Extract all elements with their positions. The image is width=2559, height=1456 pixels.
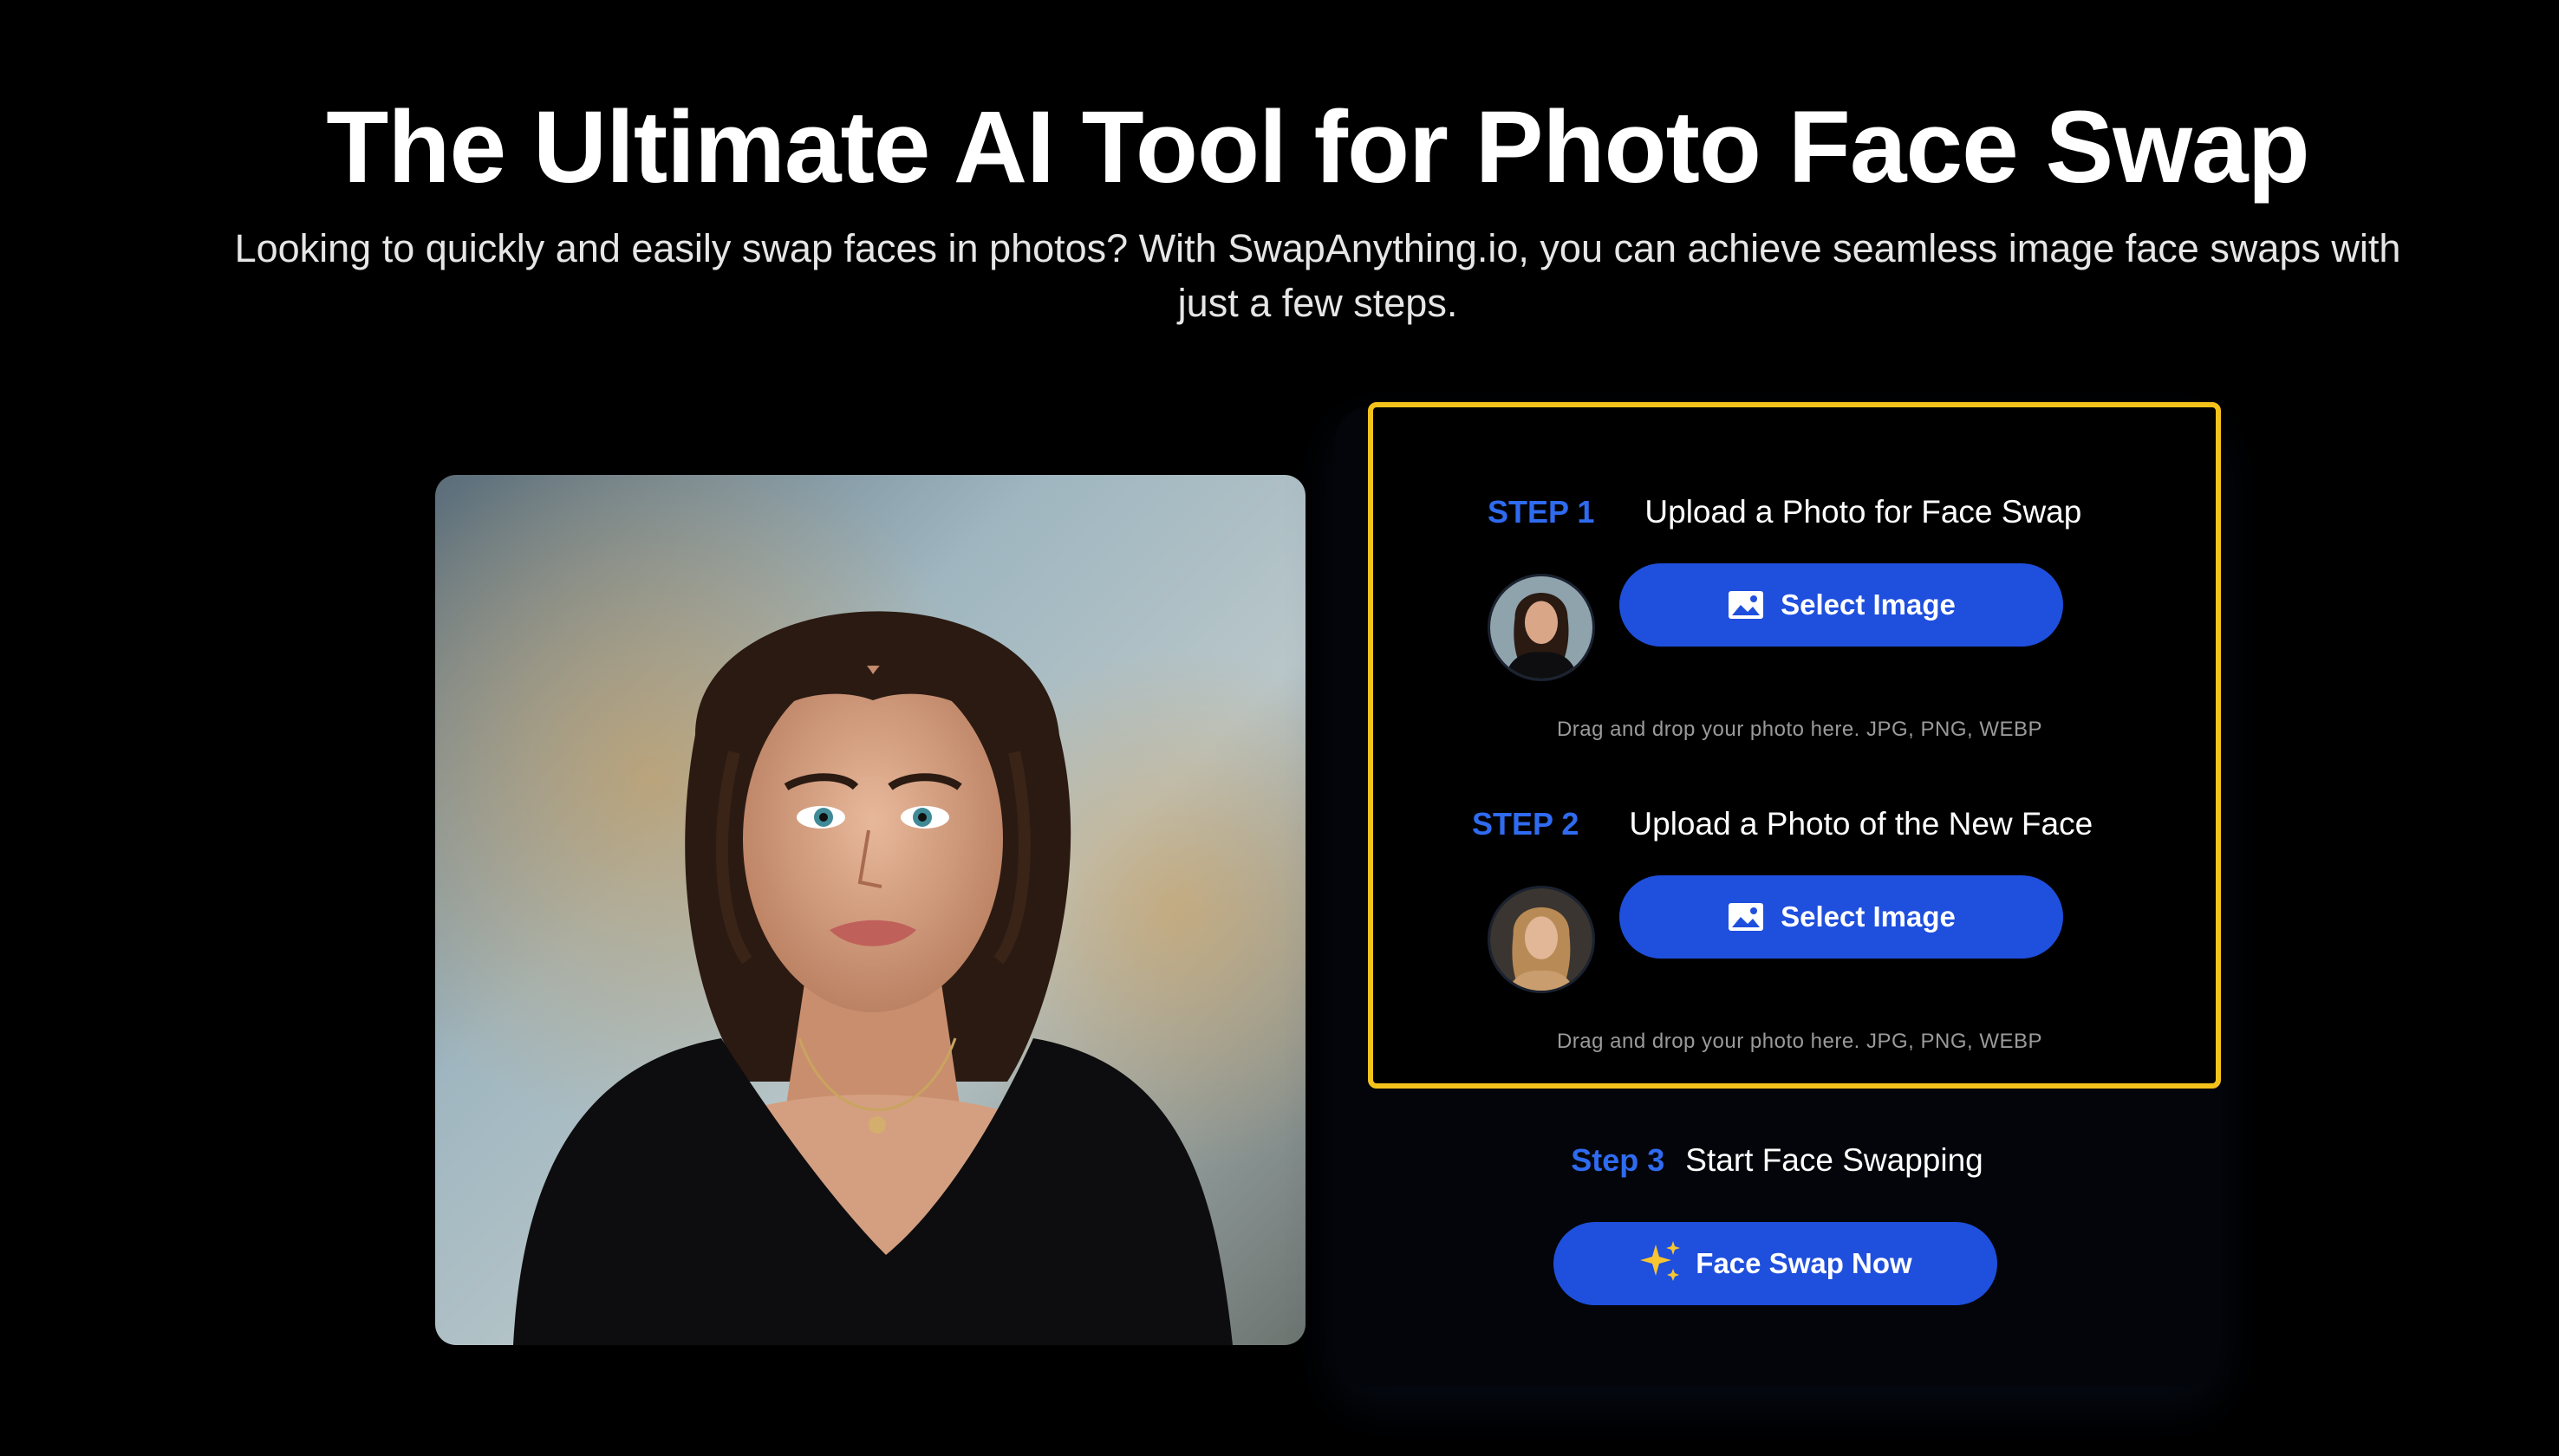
face-swap-page: The Ultimate AI Tool for Photo Face Swap… bbox=[0, 0, 2559, 1456]
preview-image bbox=[435, 475, 1306, 1345]
step2-thumbnail[interactable] bbox=[1488, 886, 1595, 993]
image-icon bbox=[1727, 589, 1765, 621]
step2-text: Upload a Photo of the New Face bbox=[1629, 806, 2093, 842]
step3-label: Step 3 bbox=[1571, 1142, 1665, 1178]
face-swap-now-button[interactable]: Face Swap Now bbox=[1553, 1222, 1997, 1305]
step2-button-label: Select Image bbox=[1781, 900, 1956, 933]
step2-hint: Drag and drop your photo here. JPG, PNG,… bbox=[1556, 1030, 2043, 1053]
step1-header: STEP 1 Upload a Photo for Face Swap bbox=[1488, 494, 2081, 530]
step2-label: STEP 2 bbox=[1472, 806, 1579, 842]
step3-header: Step 3 Start Face Swapping bbox=[1335, 1142, 2219, 1179]
step1-thumbnail[interactable] bbox=[1488, 574, 1595, 681]
step3-text: Start Face Swapping bbox=[1685, 1142, 1983, 1178]
image-icon bbox=[1727, 901, 1765, 933]
portrait-image bbox=[435, 475, 1306, 1345]
step1-text: Upload a Photo for Face Swap bbox=[1644, 494, 2082, 530]
sparkles-icon bbox=[1638, 1239, 1683, 1289]
woman-blonde-hair-thumbnail-icon bbox=[1490, 888, 1592, 991]
step2-header: STEP 2 Upload a Photo of the New Face bbox=[1472, 806, 2093, 842]
step1-label: STEP 1 bbox=[1488, 494, 1595, 530]
face-swap-now-label: Face Swap Now bbox=[1696, 1247, 1912, 1279]
step2-select-image-button[interactable]: Select Image bbox=[1619, 875, 2063, 959]
step1-button-label: Select Image bbox=[1781, 588, 1956, 621]
step1-hint: Drag and drop your photo here. JPG, PNG,… bbox=[1556, 718, 2043, 741]
page-subtitle: Looking to quickly and easily swap faces… bbox=[234, 226, 2401, 325]
upload-steps-highlight: STEP 1 Upload a Photo for Face Swap Sele… bbox=[1368, 402, 2221, 1089]
woman-dark-hair-thumbnail-icon bbox=[1490, 576, 1592, 679]
page-title: The Ultimate AI Tool for Photo Face Swap bbox=[326, 90, 2309, 205]
step1-select-image-button[interactable]: Select Image bbox=[1619, 563, 2063, 647]
